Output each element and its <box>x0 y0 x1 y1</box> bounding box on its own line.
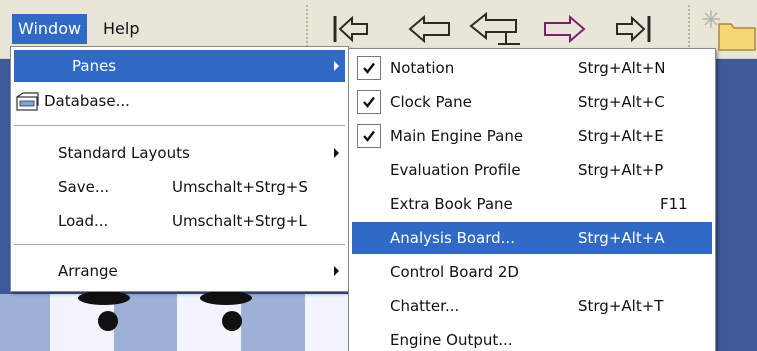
menu-item-label: Load... <box>58 212 109 230</box>
menu-item-label: Engine Output... <box>390 331 513 349</box>
menu-item-shortcut: F11 <box>660 195 688 213</box>
menu-item-evaluation-profile[interactable]: Evaluation Profile Strg+Alt+P <box>352 154 712 186</box>
menu-item-label: Main Engine Pane <box>390 127 524 145</box>
menu-divider <box>14 244 345 245</box>
back-button[interactable] <box>400 6 460 52</box>
submenu-arrow-icon <box>334 61 339 71</box>
menu-item-shortcut: Strg+Alt+A <box>578 229 665 247</box>
board-square[interactable] <box>241 294 305 351</box>
menu-item-extra-book-pane[interactable]: Extra Book Pane F11 <box>352 188 712 220</box>
submenu-arrow-icon <box>334 148 339 158</box>
menu-item-panes[interactable]: Panes <box>14 50 345 82</box>
menu-item-analysis-board[interactable]: Analysis Board... Strg+Alt+A <box>352 222 712 254</box>
menu-item-shortcut: Umschalt+Strg+L <box>172 212 307 230</box>
menu-item-control-board-2d[interactable]: Control Board 2D <box>352 256 712 288</box>
menu-item-label: Database... <box>44 92 130 110</box>
menu-item-shortcut: Strg+Alt+E <box>578 127 664 145</box>
first-move-icon <box>333 15 368 43</box>
piece-base <box>78 291 130 305</box>
checkmark-icon <box>357 124 381 148</box>
panes-submenu: Notation Strg+Alt+N Clock Pane Strg+Alt+… <box>348 48 716 351</box>
menu-item-save[interactable]: Save... Umschalt+Strg+S <box>14 171 345 203</box>
menu-divider <box>14 125 345 126</box>
last-move-button[interactable] <box>602 6 662 52</box>
checkmark-icon <box>357 90 381 114</box>
menu-item-label: Extra Book Pane <box>390 195 513 213</box>
take-back-button[interactable] <box>466 6 526 52</box>
forward-button[interactable] <box>534 6 594 52</box>
menu-item-label: Chatter... <box>390 297 460 315</box>
toolbar-separator <box>688 5 690 53</box>
menu-help[interactable]: Help <box>97 14 145 44</box>
menu-item-shortcut: Strg+Alt+P <box>578 161 664 179</box>
menu-item-engine-output[interactable]: Engine Output... <box>352 324 712 351</box>
back-icon <box>408 14 450 44</box>
database-icon <box>16 91 40 123</box>
menu-item-chatter[interactable]: Chatter... Strg+Alt+T <box>352 290 712 322</box>
menu-item-shortcut: Umschalt+Strg+S <box>172 178 308 196</box>
menu-item-notation[interactable]: Notation Strg+Alt+N <box>352 52 712 84</box>
menu-item-label: Analysis Board... <box>390 229 515 247</box>
forward-icon <box>544 14 586 44</box>
piece-base <box>200 291 252 305</box>
take-back-icon <box>469 11 520 45</box>
menu-item-shortcut: Strg+Alt+N <box>578 59 666 77</box>
app-window: Window Help Panes Database... Standard L… <box>0 0 757 351</box>
menu-item-database[interactable]: Database... <box>14 85 345 117</box>
menu-item-label: Standard Layouts <box>58 144 190 162</box>
menu-item-label: Notation <box>390 59 455 77</box>
menu-item-label: Evaluation Profile <box>390 161 521 179</box>
window-menu: Panes Database... Standard Layouts Save.… <box>10 46 349 292</box>
menu-item-clock-pane[interactable]: Clock Pane Strg+Alt+C <box>352 86 712 118</box>
pawn-piece[interactable] <box>98 311 118 331</box>
last-move-icon <box>616 15 651 43</box>
checkmark-icon <box>357 56 381 80</box>
menu-item-load[interactable]: Load... Umschalt+Strg+L <box>14 205 345 237</box>
menu-item-label: Arrange <box>58 262 118 280</box>
menu-item-shortcut: Strg+Alt+C <box>578 93 665 111</box>
menu-item-label: Control Board 2D <box>390 263 519 281</box>
menu-item-standard-layouts[interactable]: Standard Layouts <box>14 137 345 169</box>
menu-item-main-engine-pane[interactable]: Main Engine Pane Strg+Alt+E <box>352 120 712 152</box>
menu-item-label: Clock Pane <box>390 93 472 111</box>
new-button[interactable] <box>697 6 757 52</box>
menu-window[interactable]: Window <box>12 14 88 44</box>
new-folder-icon <box>702 10 756 51</box>
menu-item-label: Panes <box>72 57 117 75</box>
submenu-arrow-icon <box>334 266 339 276</box>
menu-item-arrange[interactable]: Arrange <box>14 255 345 287</box>
menu-item-label: Save... <box>58 178 110 196</box>
menu-item-shortcut: Strg+Alt+T <box>578 297 664 315</box>
pawn-piece[interactable] <box>222 311 242 331</box>
